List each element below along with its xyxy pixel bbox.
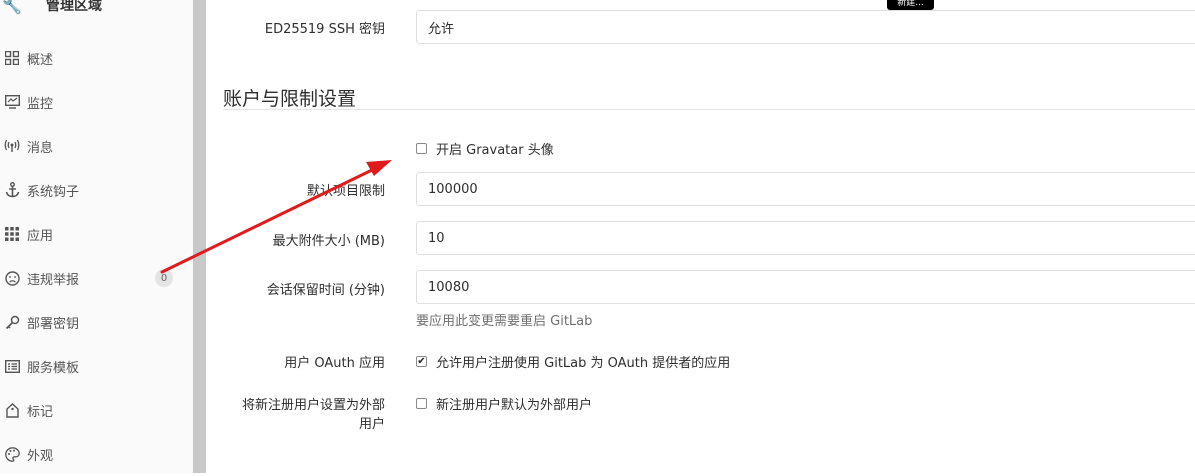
- session-expire-label: 会话保留时间 (分钟): [266, 283, 385, 298]
- sidebar-item-monitoring[interactable]: 监控: [0, 80, 193, 124]
- sidebar-header[interactable]: 🔧 管理区域: [0, 0, 102, 20]
- dashboard-icon: [3, 49, 21, 67]
- sidebar-item-system-hooks[interactable]: 系统钩子: [0, 168, 193, 212]
- project-limit-value: 100000: [428, 181, 478, 197]
- settings-form: 新建... ED25519 SSH 密钥 允许 账户与限制设置 开启 Grava…: [206, 0, 1195, 473]
- sidebar-item-appearance[interactable]: 外观: [0, 432, 193, 476]
- monitor-icon: [3, 93, 21, 111]
- checkmark-icon: ✔: [417, 355, 426, 367]
- external-checkbox-row[interactable]: 新注册用户默认为外部用户: [416, 394, 592, 413]
- gravatar-checkbox-row[interactable]: 开启 Gravatar 头像: [416, 139, 554, 158]
- sidebar-item-deploy-keys[interactable]: 部署密钥: [0, 300, 193, 344]
- new-item-tooltip: 新建...: [887, 0, 934, 10]
- ed25519-ssh-select[interactable]: 允许: [416, 10, 1195, 44]
- sidebar-item-label: 标记: [27, 404, 54, 420]
- attachment-size-value: 10: [428, 230, 445, 246]
- gravatar-checkbox-label: 开启 Gravatar 头像: [436, 143, 554, 158]
- gravatar-checkbox[interactable]: [416, 143, 427, 154]
- sidebar: 🔧 管理区域 概述 监控 消息 系统钩子 应用 违规举报 0 部署密钥 服务模板…: [0, 0, 193, 473]
- apps-icon: [3, 225, 21, 243]
- ed25519-ssh-value: 允许: [428, 21, 455, 37]
- sidebar-item-label: 违规举报: [27, 272, 80, 288]
- session-expire-input[interactable]: 10080: [416, 270, 1195, 304]
- external-checkbox-label: 新注册用户默认为外部用户: [436, 398, 593, 413]
- ed25519-ssh-label: ED25519 SSH 密钥: [264, 22, 385, 37]
- sidebar-item-label: 概述: [27, 52, 54, 68]
- project-limit-input[interactable]: 100000: [416, 172, 1195, 206]
- sidebar-item-applications[interactable]: 应用: [0, 212, 193, 256]
- sidebar-header-title: 管理区域: [46, 0, 102, 14]
- session-expire-value: 10080: [428, 279, 470, 295]
- sidebar-item-label: 服务模板: [27, 360, 80, 376]
- sidebar-item-label: 外观: [27, 448, 54, 464]
- attachment-size-label: 最大附件大小 (MB): [272, 234, 385, 249]
- sidebar-item-label: 监控: [27, 96, 54, 112]
- sidebar-item-label: 消息: [27, 140, 54, 156]
- attachment-size-input[interactable]: 10: [416, 221, 1195, 255]
- oauth-checkbox-label: 允许用户注册使用 GitLab 为 OAuth 提供者的应用: [436, 356, 731, 371]
- sidebar-item-overview[interactable]: 概述: [0, 36, 193, 80]
- section-divider: [223, 109, 1195, 110]
- oauth-checkbox-row[interactable]: ✔ 允许用户注册使用 GitLab 为 OAuth 提供者的应用: [416, 352, 730, 371]
- template-icon: [3, 357, 21, 375]
- sidebar-item-service-templates[interactable]: 服务模板: [0, 344, 193, 388]
- palette-icon: [3, 445, 21, 463]
- sidebar-item-label: 应用: [27, 228, 54, 244]
- external-user-label-line1: 将新注册用户设置为外部: [241, 398, 385, 413]
- oauth-label: 用户 OAuth 应用: [284, 356, 385, 371]
- sidebar-item-label: 系统钩子: [27, 184, 80, 200]
- abuse-count-badge: 0: [155, 269, 173, 287]
- external-checkbox[interactable]: [416, 398, 427, 409]
- anchor-icon: [3, 181, 21, 199]
- sidebar-scrollbar[interactable]: [193, 0, 206, 473]
- key-icon: [3, 313, 21, 331]
- broadcast-icon: [3, 137, 21, 155]
- project-limit-label: 默认项目限制: [306, 184, 385, 199]
- oauth-checkbox[interactable]: ✔: [416, 356, 427, 367]
- sidebar-item-abuse-reports[interactable]: 违规举报 0: [0, 256, 193, 300]
- sidebar-item-labels[interactable]: 标记: [0, 388, 193, 432]
- external-user-label-line2: 用户: [358, 417, 385, 432]
- label-icon: [3, 401, 21, 419]
- abuse-icon: [3, 269, 21, 287]
- session-help-text: 要应用此变更需要重启 GitLab: [416, 314, 593, 329]
- sidebar-item-label: 部署密钥: [27, 316, 80, 332]
- section-title: 账户与限制设置: [223, 88, 357, 110]
- sidebar-item-messages[interactable]: 消息: [0, 124, 193, 168]
- wrench-icon: 🔧: [2, 0, 22, 15]
